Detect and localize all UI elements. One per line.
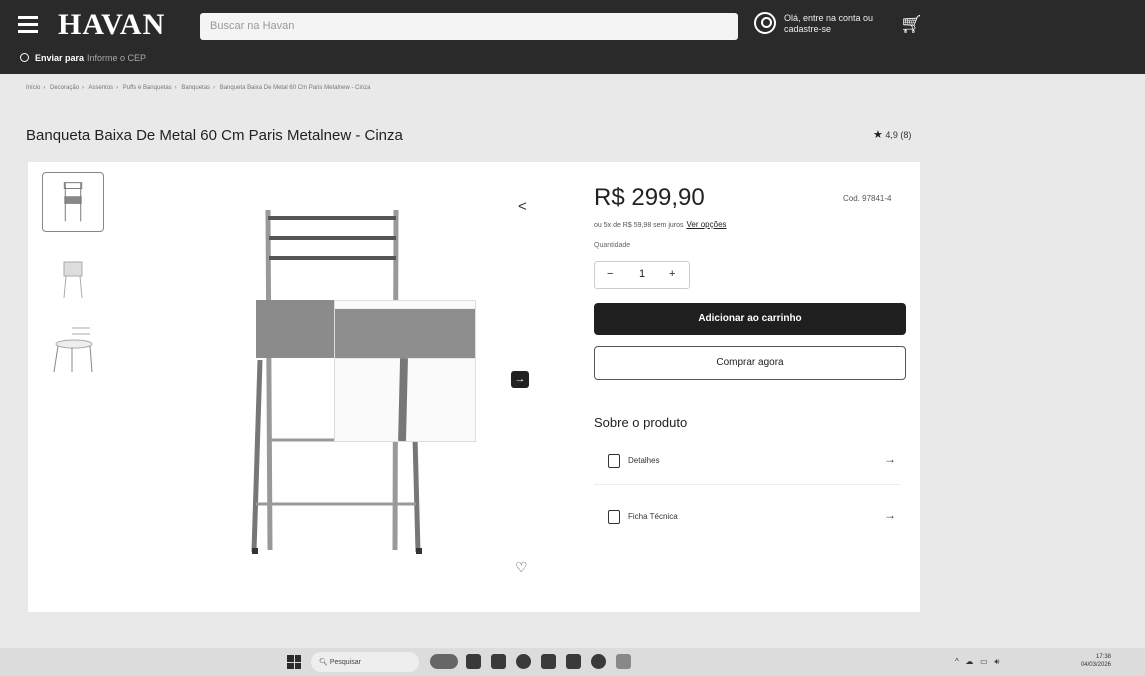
file-explorer-icon[interactable] — [491, 654, 506, 669]
quantity-stepper: − 1 + — [594, 261, 690, 289]
divider — [594, 484, 900, 485]
deliver-to[interactable]: Enviar para Informe o CEP — [20, 53, 146, 63]
taskbar-search[interactable]: 🔍︎ Pesquisar — [311, 652, 419, 672]
breadcrumb-item[interactable]: Início — [26, 85, 40, 91]
settings-icon[interactable] — [591, 654, 606, 669]
product-sku: Cod. 97841-4 — [843, 194, 892, 203]
breadcrumb: Início › Decoração › Assentos › Puffs e Ban… — [26, 85, 371, 91]
tech-sheet-row[interactable]: Ficha Técnica → — [594, 508, 900, 530]
breadcrumb-item[interactable]: Decoração — [50, 85, 79, 91]
rating-value: 4,9 — [885, 130, 898, 140]
login-link[interactable]: Olá, entre na conta ou cadastre-se — [784, 13, 884, 35]
breadcrumb-current: Banqueta Baixa De Metal 60 Cm Paris Meta… — [219, 85, 371, 91]
product-title: Banqueta Baixa De Metal 60 Cm Paris Meta… — [26, 127, 403, 144]
arrow-right-icon: → — [514, 373, 526, 385]
quantity-label: Quantidade — [594, 242, 631, 249]
about-product-title: Sobre o produto — [594, 415, 688, 430]
details-label: Detalhes — [628, 456, 660, 465]
buy-now-button[interactable]: Comprar agora — [594, 346, 906, 380]
breadcrumb-item[interactable]: Assentos — [88, 85, 113, 91]
thumbnail-2[interactable] — [42, 248, 104, 308]
taskbar-search-label: Pesquisar — [329, 659, 361, 666]
windows-start-icon[interactable] — [287, 655, 301, 669]
photos-icon[interactable] — [566, 654, 581, 669]
zoom-preview — [334, 300, 476, 442]
add-to-cart-button[interactable]: Adicionar ao carrinho — [594, 303, 906, 335]
quantity-value[interactable]: 1 — [639, 268, 645, 280]
search-input[interactable]: Buscar na Havan — [200, 13, 738, 40]
clock-date: 04/03/2026 — [1080, 662, 1111, 668]
system-tray[interactable]: ^ ☁ ▭ 🔊︎ — [955, 657, 999, 667]
installments-link[interactable]: Ver opções — [687, 220, 727, 229]
rating-count: (8) — [900, 130, 912, 140]
thumbnail-3[interactable] — [42, 320, 104, 380]
user-icon[interactable] — [754, 12, 776, 34]
system-clock[interactable]: 17:38 04/03/2026 — [1075, 653, 1111, 669]
location-pin-icon — [20, 53, 29, 62]
edge-icon[interactable] — [616, 654, 631, 669]
hamburger-icon[interactable] — [18, 16, 38, 33]
arrow-right-icon: → — [884, 452, 896, 466]
breadcrumb-item[interactable]: Banquetas — [181, 85, 210, 91]
heart-icon[interactable]: ♡ — [515, 559, 528, 576]
product-rating[interactable]: ★ 4,9 (8) — [873, 128, 911, 141]
breadcrumb-item[interactable]: Puffs e Banquetas — [123, 85, 172, 91]
installments-info: ou 5x de R$ 59,98 sem juros Ver opções — [594, 220, 727, 229]
product-price: R$ 299,90 — [594, 184, 705, 211]
deliver-cep: Informe o CEP — [87, 53, 147, 63]
taskbar: 🔍︎ Pesquisar ^ ☁ ▭ 🔊︎ 17:38 04/03/2026 — [0, 648, 1145, 676]
decrease-button[interactable]: − — [607, 268, 613, 280]
increase-button[interactable]: + — [669, 268, 675, 280]
thumbnail-1[interactable] — [42, 172, 104, 232]
site-header: HAVAN Buscar na Havan Olá, entre na cont… — [0, 0, 1145, 74]
share-icon[interactable]: < — [518, 198, 527, 215]
tech-sheet-label: Ficha Técnica — [628, 512, 678, 521]
star-icon: ★ — [873, 129, 883, 141]
task-view-icon[interactable] — [466, 654, 481, 669]
details-icon — [608, 454, 620, 468]
next-image-button[interactable]: → — [511, 371, 529, 388]
chrome-icon[interactable] — [516, 654, 531, 669]
havan-logo[interactable]: HAVAN — [58, 8, 165, 42]
clock-time: 17:38 — [1095, 654, 1111, 660]
cart-icon[interactable]: 🛒︎ — [900, 14, 923, 35]
document-icon — [608, 510, 620, 524]
store-icon[interactable] — [541, 654, 556, 669]
arrow-right-icon: → — [884, 508, 896, 522]
product-card: < → ♡ R$ 299,90 Cod. 97841-4 ou 5x de R$… — [28, 162, 920, 612]
widgets-icon[interactable] — [430, 654, 458, 669]
deliver-label: Enviar para — [35, 53, 85, 63]
installments-text: ou 5x de R$ 59,98 sem juros — [594, 222, 684, 229]
details-row[interactable]: Detalhes → — [594, 452, 900, 474]
